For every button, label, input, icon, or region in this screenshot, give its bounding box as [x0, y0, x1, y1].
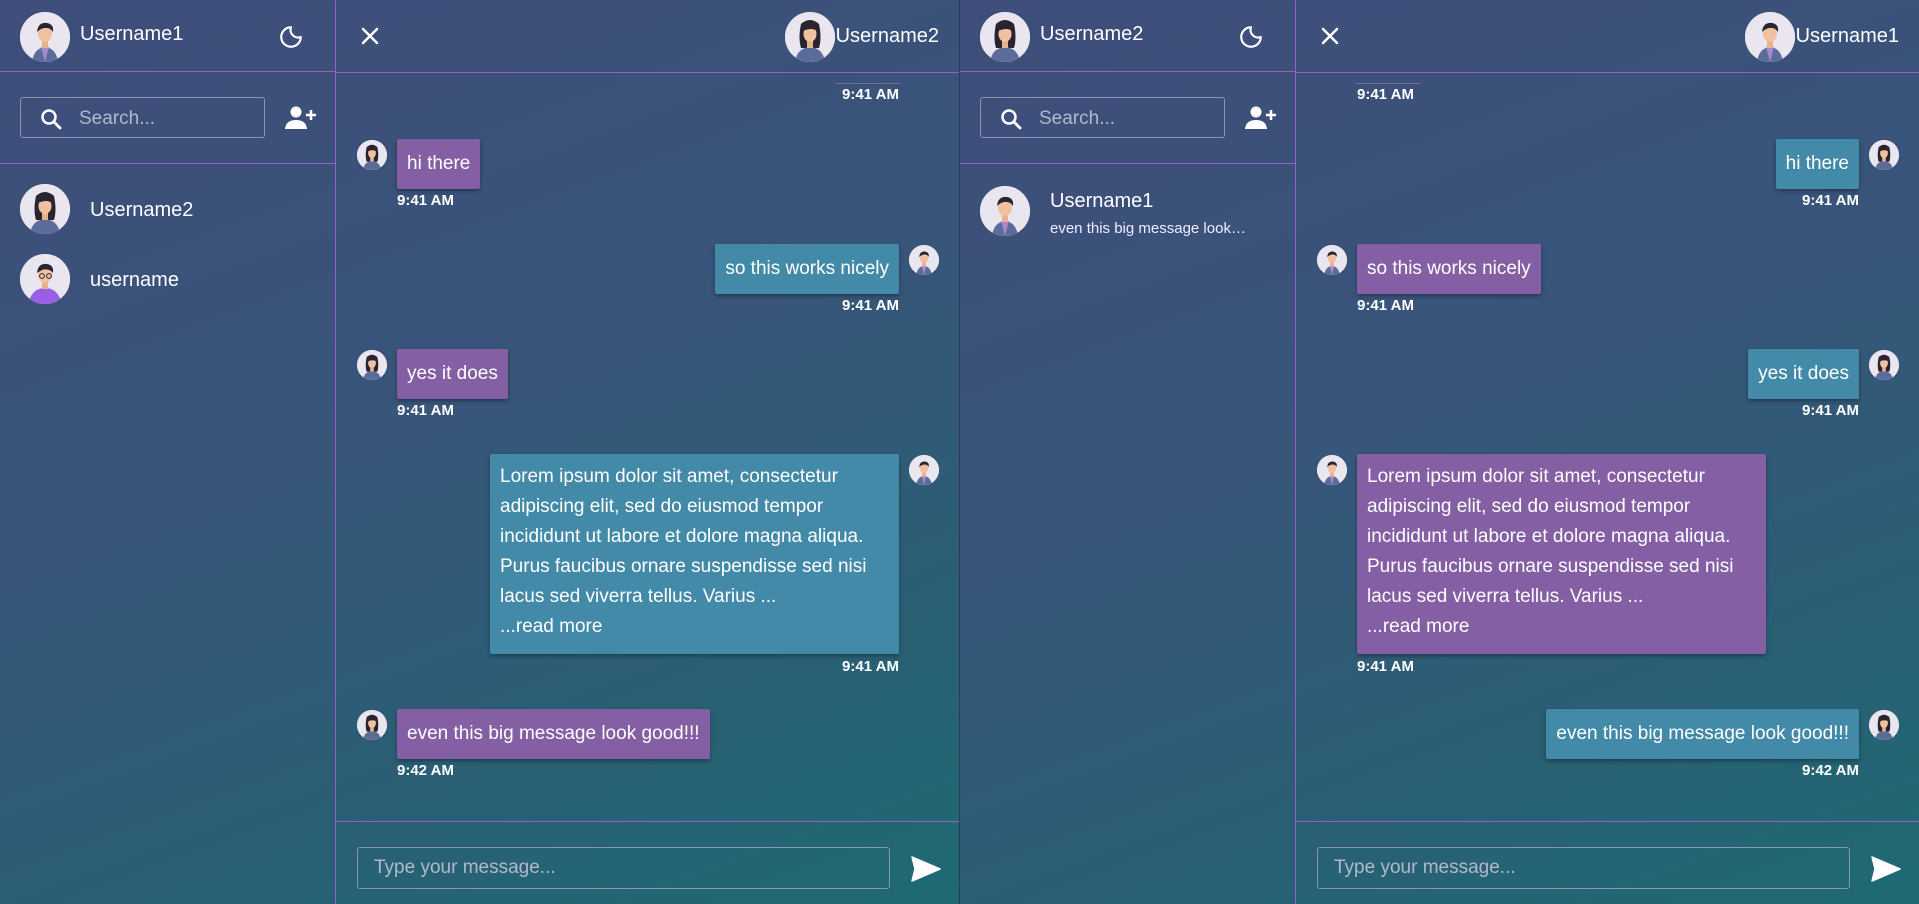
message-time: 9:41 AM [842, 86, 899, 103]
search-row [960, 72, 1295, 164]
add-user-icon[interactable] [284, 102, 316, 134]
read-more-link[interactable]: ...read more [500, 612, 889, 642]
message-bubble: so this works nicely [715, 244, 899, 294]
sender-avatar [1869, 710, 1899, 740]
search-icon [41, 109, 62, 130]
send-icon[interactable] [1871, 855, 1901, 883]
my-username: Username1 [80, 23, 184, 45]
message-time: 9:41 AM [1357, 297, 1414, 314]
search-icon [1001, 109, 1022, 130]
message-text: Lorem ipsum dolor sit amet, consectetur … [500, 466, 867, 607]
message-time: 9:41 AM [1357, 86, 1414, 103]
chat-header: Username1 [1296, 0, 1919, 73]
message-bubble: even this big message look good!!! [397, 709, 710, 759]
divider [836, 83, 900, 84]
close-icon[interactable] [358, 24, 382, 48]
read-more-link[interactable]: ...read more [1367, 612, 1756, 642]
contact-name: username [90, 269, 179, 291]
sender-avatar [357, 140, 387, 170]
message-bubble: hi there [1775, 139, 1859, 189]
search-row [0, 72, 335, 164]
my-avatar[interactable] [20, 12, 70, 62]
contact-avatar [980, 186, 1030, 236]
sender-avatar [357, 710, 387, 740]
chat-panel: Username1 9:41 AM hi there 9:41 AM so th… [1296, 0, 1919, 904]
peer-username: Username1 [1795, 25, 1899, 47]
composer [1296, 821, 1919, 904]
contact-avatar [20, 254, 70, 304]
peer-avatar [1745, 12, 1795, 62]
chat-app-left: Username1 Username2 username Username2 [0, 0, 959, 904]
chat-header: Username2 [336, 0, 959, 73]
message-text: Lorem ipsum dolor sit amet, consectetur … [1367, 466, 1734, 607]
peer-username: Username2 [835, 25, 939, 47]
contact-item-username2[interactable]: Username2 [0, 178, 335, 240]
message-bubble: hi there [397, 139, 481, 189]
contact-name: Username2 [90, 199, 194, 221]
sender-avatar [357, 350, 387, 380]
search-input[interactable] [1037, 98, 1221, 139]
send-icon[interactable] [911, 855, 941, 883]
message-input[interactable] [357, 847, 890, 889]
close-icon[interactable] [1318, 24, 1342, 48]
message-list[interactable]: 9:41 AM hi there 9:41 AM so this works n… [336, 73, 959, 821]
dark-mode-moon-icon[interactable] [1238, 24, 1264, 50]
sidebar: Username2 Username1 even this big messag… [960, 0, 1296, 904]
message-time: 9:41 AM [397, 192, 454, 209]
contact-item-username1[interactable]: Username1 even this big message look… [960, 180, 1295, 242]
divider [1356, 83, 1420, 84]
contact-name: Username1 [1050, 190, 1154, 212]
sidebar: Username1 Username2 username [0, 0, 336, 904]
message-bubble: so this works nicely [1357, 244, 1541, 294]
sender-avatar [1869, 140, 1899, 170]
message-time: 9:42 AM [397, 762, 454, 779]
peer-avatar [785, 12, 835, 62]
dark-mode-moon-icon[interactable] [278, 24, 304, 50]
my-username: Username2 [1040, 23, 1144, 45]
message-input[interactable] [1317, 847, 1850, 889]
search-box[interactable] [20, 97, 265, 139]
sidebar-header: Username1 [0, 0, 335, 72]
message-time: 9:41 AM [842, 297, 899, 314]
sidebar-header: Username2 [960, 0, 1295, 72]
my-avatar[interactable] [980, 12, 1030, 62]
message-bubble: even this big message look good!!! [1546, 709, 1859, 759]
message-bubble-long: Lorem ipsum dolor sit amet, consectetur … [490, 454, 899, 654]
contact-last-message: even this big message look… [1050, 220, 1246, 237]
message-time: 9:42 AM [1802, 762, 1859, 779]
message-list[interactable]: 9:41 AM hi there 9:41 AM so this works n… [1296, 73, 1919, 821]
message-bubble-long: Lorem ipsum dolor sit amet, consectetur … [1357, 454, 1766, 654]
message-time: 9:41 AM [1357, 658, 1414, 675]
chat-panel: Username2 9:41 AM hi there 9:41 AM so th… [336, 0, 959, 904]
sender-avatar [1869, 350, 1899, 380]
message-time: 9:41 AM [397, 402, 454, 419]
message-bubble: yes it does [397, 349, 508, 399]
sender-avatar [909, 245, 939, 275]
search-input[interactable] [77, 98, 261, 139]
message-time: 9:41 AM [1802, 192, 1859, 209]
sender-avatar [1317, 455, 1347, 485]
chat-app-right: Username2 Username1 even this big messag… [960, 0, 1919, 904]
sender-avatar [1317, 245, 1347, 275]
message-time: 9:41 AM [1802, 402, 1859, 419]
add-user-icon[interactable] [1244, 102, 1276, 134]
composer [336, 821, 959, 904]
contact-avatar [20, 184, 70, 234]
search-box[interactable] [980, 97, 1225, 139]
sender-avatar [909, 455, 939, 485]
contact-item-username[interactable]: username [0, 248, 335, 310]
message-bubble: yes it does [1748, 349, 1859, 399]
message-time: 9:41 AM [842, 658, 899, 675]
